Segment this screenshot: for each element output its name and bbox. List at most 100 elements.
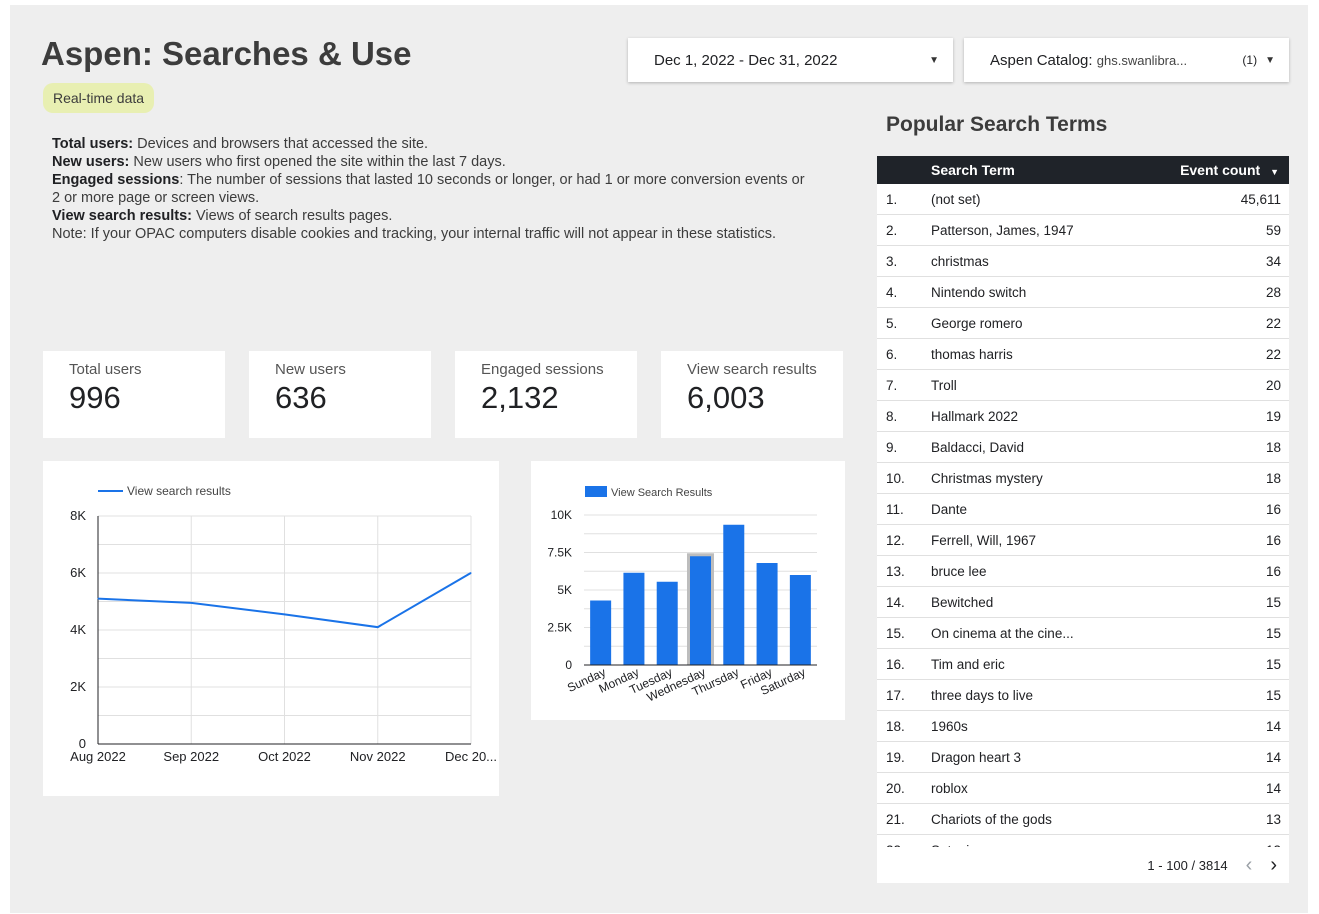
pagination-range: 1 - 100 / 3814	[1147, 857, 1228, 873]
row-index: 7.	[886, 377, 898, 393]
row-search-term: 1960s	[931, 718, 968, 734]
bar	[623, 572, 645, 665]
tracking-note: Note: If your OPAC computers disable coo…	[52, 226, 776, 242]
definition-view-search-results: View search results: Views of search res…	[52, 207, 812, 225]
row-index: 16.	[886, 656, 905, 672]
table-pagination: 1 - 100 / 3814 ‹ ›	[877, 847, 1289, 883]
popular-terms-table: Search Term Event count ▼ 1. (not set) 45,…	[877, 156, 1289, 883]
table-row[interactable]: 2. Patterson, James, 1947 59	[877, 215, 1289, 246]
table-body: 1. (not set) 45,611 2. Patterson, James, 194…	[877, 184, 1289, 847]
row-event-count: 19	[1265, 408, 1281, 424]
row-event-count: 16	[1265, 501, 1281, 517]
monthly-line-chart: View search results02K4K6K8KAug 2022 Sep …	[70, 484, 497, 764]
row-event-count: 34	[1265, 253, 1281, 269]
row-index: 21.	[886, 811, 905, 827]
table-row[interactable]: 21. Chariots of the gods 13	[877, 804, 1289, 835]
row-event-count: 13	[1265, 811, 1281, 827]
kpi-value: 996	[69, 380, 121, 415]
row-search-term: roblox	[931, 780, 968, 796]
bar	[690, 556, 711, 665]
row-event-count: 18	[1265, 470, 1281, 486]
row-search-term: christmas	[931, 253, 989, 269]
date-range-value: Dec 1, 2022 - Dec 31, 2022	[654, 51, 838, 69]
row-index: 5.	[886, 315, 898, 331]
kpi-label: Total users	[69, 361, 142, 378]
table-row[interactable]: 18. 1960s 14	[877, 711, 1289, 742]
row-event-count: 22	[1265, 346, 1281, 362]
row-search-term: Hallmark 2022	[931, 408, 1019, 424]
row-index: 13.	[886, 563, 905, 579]
bar	[590, 600, 612, 665]
column-header-event-count[interactable]: Event count ▼	[1180, 162, 1279, 178]
kpi-view-search-results: View search results 6,003	[661, 351, 843, 438]
y-tick-label: 10K	[551, 508, 572, 522]
metric-definitions: Total users: Devices and browsers that a…	[52, 135, 812, 243]
row-search-term: Bewitched	[931, 594, 994, 610]
bar	[756, 563, 778, 665]
table-row[interactable]: 22.Satanism13	[877, 835, 1289, 848]
table-row[interactable]: 11. Dante 16	[877, 494, 1289, 525]
table-row[interactable]: 4. Nintendo switch 28	[877, 277, 1289, 308]
weekday-bar-chart: View Search Results02.5K5K7.5K10KSundayM…	[547, 486, 817, 704]
kpi-value: 636	[275, 380, 327, 415]
popular-terms-title: Popular Search Terms	[886, 113, 1108, 136]
table-row[interactable]: 17. three days to live 15	[877, 680, 1289, 711]
row-index: 11.	[886, 501, 904, 517]
row-event-count: 15	[1265, 594, 1281, 610]
date-range-picker[interactable]: Dec 1, 2022 - Dec 31, 2022 ▼	[628, 38, 953, 82]
bar	[656, 581, 678, 665]
row-index: 6.	[886, 346, 898, 362]
row-index: 10.	[886, 470, 905, 486]
column-header-label: Event count	[1180, 162, 1261, 178]
table-row[interactable]: 19. Dragon heart 3 14	[877, 742, 1289, 773]
row-event-count: 14	[1265, 718, 1281, 734]
row-index: 3.	[886, 253, 898, 269]
table-row[interactable]: 15. On cinema at the cine... 15	[877, 618, 1289, 649]
legend-label: View Search Results	[611, 487, 713, 499]
row-event-count: 22	[1265, 315, 1281, 331]
row-search-term: Christmas mystery	[931, 470, 1043, 486]
chevron-left-icon[interactable]: ‹	[1246, 854, 1253, 877]
row-event-count: 18	[1265, 439, 1281, 455]
data-point	[470, 572, 472, 574]
catalog-filter-label: Aspen Catalog: ghs.swanlibra...	[990, 52, 1242, 69]
row-event-count: 14	[1265, 749, 1281, 765]
y-tick-label: 5K	[557, 583, 572, 597]
table-row[interactable]: 16. Tim and eric 15	[877, 649, 1289, 680]
table-row[interactable]: 6. thomas harris 22	[877, 339, 1289, 370]
definition-new-users: New users: New users who first opened th…	[52, 153, 812, 171]
table-row[interactable]: 3. christmas 34	[877, 246, 1289, 277]
bar	[723, 524, 745, 665]
table-row[interactable]: 9. Baldacci, David 18	[877, 432, 1289, 463]
caret-down-icon: ▼	[1265, 54, 1275, 66]
table-row[interactable]: 7. Troll 20	[877, 370, 1289, 401]
catalog-filter[interactable]: Aspen Catalog: ghs.swanlibra... (1) ▼	[964, 38, 1289, 82]
table-row[interactable]: 8. Hallmark 2022 19	[877, 401, 1289, 432]
kpi-label: View search results	[687, 361, 817, 378]
table-row[interactable]: 10. Christmas mystery 18	[877, 463, 1289, 494]
report-canvas: Aspen: Searches & Use Real-time data Dec…	[10, 5, 1308, 913]
definition-term: View search results:	[52, 208, 192, 224]
table-row[interactable]: 12. Ferrell, Will, 1967 16	[877, 525, 1289, 556]
definition-term: New users:	[52, 154, 130, 170]
definition-text: New users who first opened the site with…	[129, 154, 506, 170]
definition-total-users: Total users: Devices and browsers that a…	[52, 135, 812, 153]
x-tick-label: Nov 2022	[350, 749, 406, 764]
table-row[interactable]: 13. bruce lee 16	[877, 556, 1289, 587]
table-row[interactable]: 20. roblox 14	[877, 773, 1289, 804]
y-tick-label: 8K	[70, 508, 86, 523]
kpi-total-users: Total users 996	[43, 351, 225, 438]
sort-desc-icon: ▼	[1270, 167, 1279, 177]
data-point	[284, 613, 285, 615]
column-header-search-term[interactable]: Search Term	[931, 162, 1180, 178]
table-row[interactable]: 5. George romero 22	[877, 308, 1289, 339]
row-search-term: On cinema at the cine...	[931, 625, 1074, 641]
data-point	[377, 626, 379, 628]
table-row[interactable]: 1. (not set) 45,611	[877, 184, 1289, 215]
y-tick-label: 2.5K	[547, 621, 572, 635]
x-tick-label: Oct 2022	[258, 749, 311, 764]
chevron-right-icon[interactable]: ›	[1270, 854, 1277, 877]
table-row[interactable]: 14. Bewitched 15	[877, 587, 1289, 618]
kpi-label: Engaged sessions	[481, 361, 604, 378]
kpi-value: 2,132	[481, 380, 559, 415]
